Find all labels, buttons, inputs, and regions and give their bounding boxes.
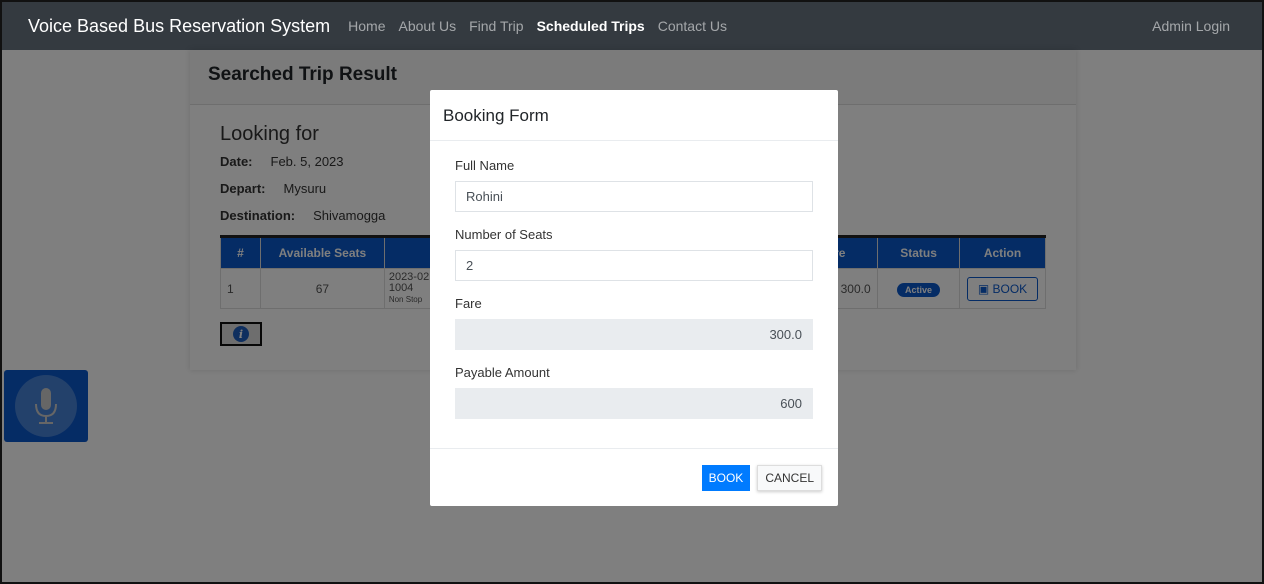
payable-amount-label: Payable Amount bbox=[455, 365, 550, 380]
cancel-button[interactable]: CANCEL bbox=[757, 464, 822, 491]
fare-label: Fare bbox=[455, 296, 482, 311]
payable-amount-input bbox=[455, 388, 813, 419]
admin-login-link[interactable]: Admin Login bbox=[1152, 18, 1230, 34]
nav-contact-us[interactable]: Contact Us bbox=[658, 18, 727, 34]
booking-form-modal: Booking Form Full Name Number of Seats F… bbox=[430, 90, 838, 506]
fare-input bbox=[455, 319, 813, 350]
book-button[interactable]: BOOK bbox=[701, 464, 751, 491]
brand-title[interactable]: Voice Based Bus Reservation System bbox=[28, 16, 330, 37]
modal-title: Booking Form bbox=[430, 90, 838, 141]
full-name-input[interactable] bbox=[455, 181, 813, 212]
nav-home[interactable]: Home bbox=[348, 18, 385, 34]
nav-find-trip[interactable]: Find Trip bbox=[469, 18, 523, 34]
number-of-seats-input[interactable] bbox=[455, 250, 813, 281]
nav-about-us[interactable]: About Us bbox=[399, 18, 457, 34]
seats-label: Number of Seats bbox=[455, 227, 553, 242]
full-name-label: Full Name bbox=[455, 158, 515, 173]
nav-scheduled-trips[interactable]: Scheduled Trips bbox=[537, 18, 645, 34]
navbar: Voice Based Bus Reservation System Home … bbox=[2, 2, 1262, 50]
